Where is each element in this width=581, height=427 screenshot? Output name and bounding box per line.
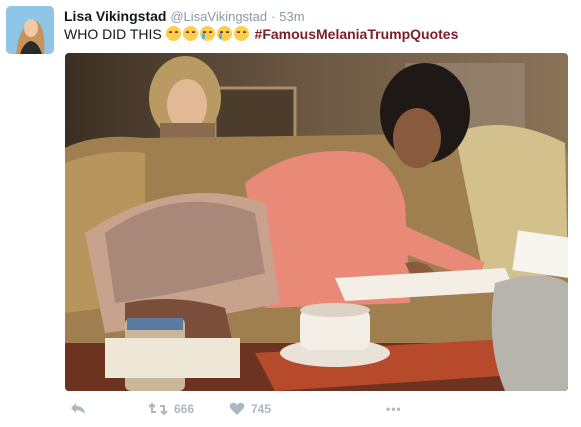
tweet-text: WHO DID THIS #FamousMelaniaTrumpQuotes xyxy=(64,24,458,44)
author-name[interactable]: Lisa Vikingstad xyxy=(64,8,166,24)
joy-emoji xyxy=(165,26,181,41)
loudly-crying-emoji xyxy=(199,26,215,41)
heart-icon xyxy=(229,402,245,415)
like-count: 745 xyxy=(251,402,272,416)
tweet-photo[interactable] xyxy=(65,53,568,391)
hashtag-link[interactable]: #FamousMelaniaTrumpQuotes xyxy=(255,26,459,42)
more-button[interactable]: ••• xyxy=(386,402,402,416)
reply-button[interactable] xyxy=(70,402,86,416)
reply-icon xyxy=(71,403,85,414)
retweet-icon xyxy=(148,402,168,416)
separator: · xyxy=(271,9,276,24)
retweet-count: 666 xyxy=(174,402,195,416)
joy-emoji xyxy=(233,26,249,41)
author-handle[interactable]: @LisaVikingstad xyxy=(170,9,267,24)
more-dots-icon: ••• xyxy=(386,402,402,416)
timestamp[interactable]: 53m xyxy=(279,9,304,24)
tweet-actions: 666 745 ••• xyxy=(64,402,564,424)
author-avatar[interactable] xyxy=(6,6,54,54)
tweet-body: WHO DID THIS xyxy=(64,26,162,42)
retweet-button[interactable]: 666 xyxy=(148,402,194,416)
tweet-header: Lisa Vikingstad @LisaVikingstad · 53m xyxy=(64,6,305,26)
joy-emoji xyxy=(182,26,198,41)
loudly-crying-emoji xyxy=(216,26,232,41)
like-button[interactable]: 745 xyxy=(229,402,271,416)
